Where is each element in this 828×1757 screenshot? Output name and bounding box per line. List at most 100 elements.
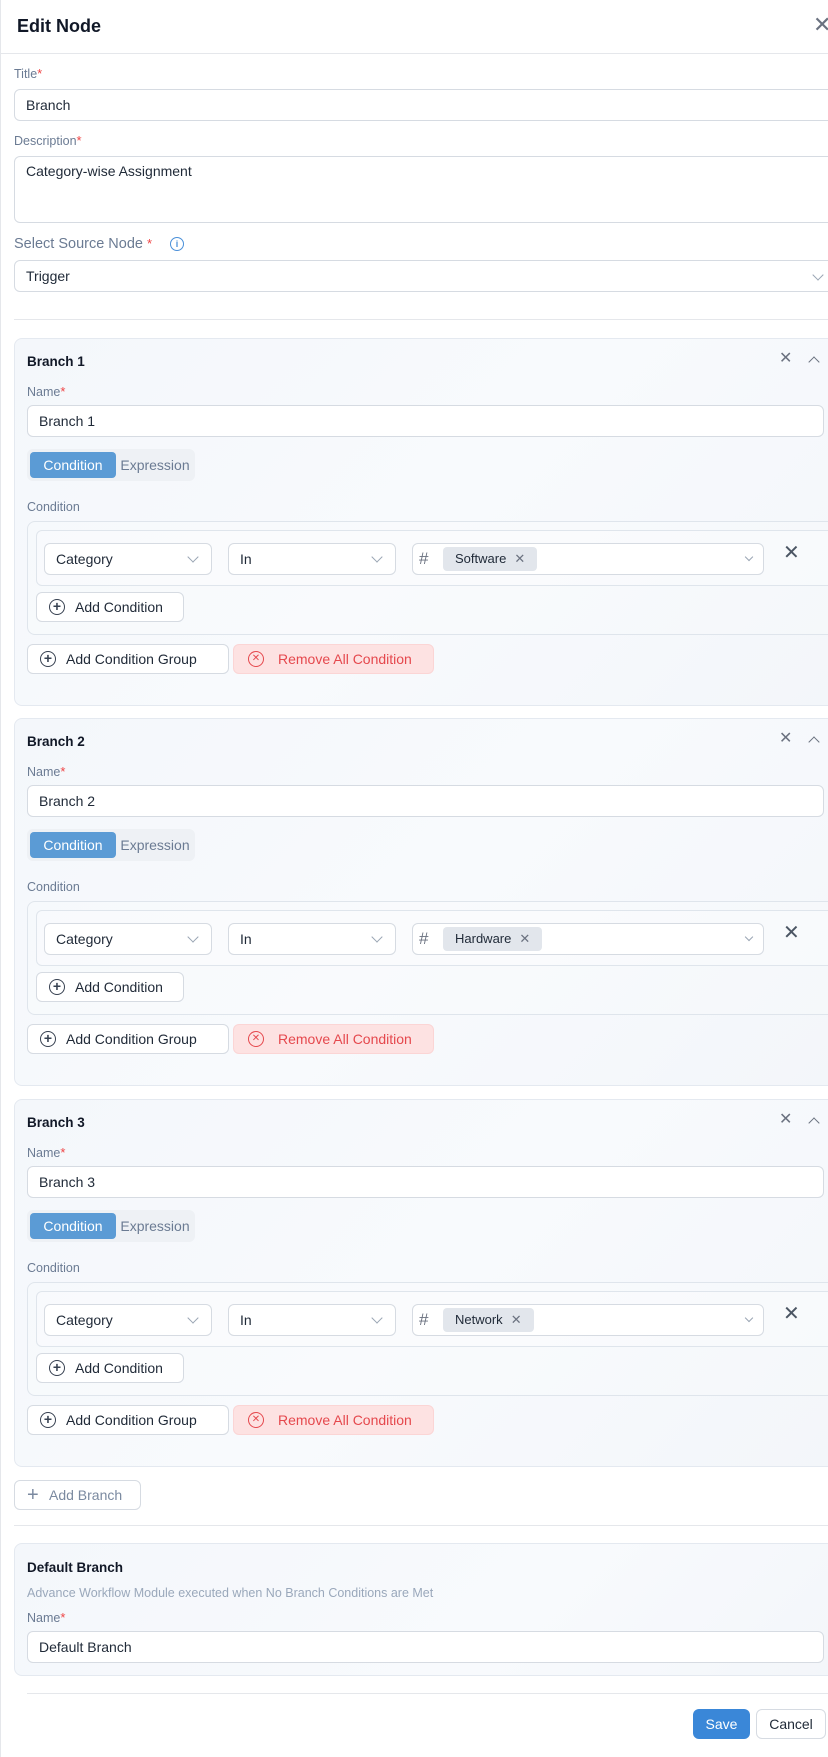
- value-tag: Hardware ✕: [443, 927, 543, 951]
- add-condition-button[interactable]: + Add Condition: [36, 972, 184, 1002]
- plus-circle-icon: +: [49, 1360, 65, 1376]
- x-circle-icon: ✕: [248, 651, 264, 667]
- condition-expression-toggle: Condition Expression: [27, 1210, 195, 1242]
- plus-circle-icon: +: [49, 979, 65, 995]
- remove-condition-icon[interactable]: ✕: [783, 543, 800, 563]
- tab-expression[interactable]: Expression: [118, 832, 192, 858]
- remove-condition-icon[interactable]: ✕: [783, 1304, 800, 1324]
- add-condition-button[interactable]: + Add Condition: [36, 592, 184, 622]
- branch-card-2: Branch 2 ✕ Name* Branch 2 Condition Expr…: [14, 718, 828, 1086]
- add-condition-group-button[interactable]: + Add Condition Group: [27, 644, 229, 674]
- panel-header: Edit Node ✕: [1, 0, 828, 54]
- condition-group: Category In # Hardware ✕ ✕ + Add Condition: [27, 901, 828, 1015]
- condition-group: Category In # Network ✕ ✕ + Add Condition: [27, 1282, 828, 1396]
- condition-row: Category In # Network ✕ ✕: [36, 1291, 828, 1347]
- tab-condition[interactable]: Condition: [30, 452, 116, 478]
- info-icon[interactable]: i: [170, 237, 184, 251]
- divider: [14, 1525, 828, 1526]
- x-circle-icon: ✕: [248, 1412, 264, 1428]
- condition-expression-toggle: Condition Expression: [27, 449, 195, 481]
- title-label: Title*: [14, 66, 43, 81]
- branch-name-input[interactable]: Branch 2: [27, 785, 824, 817]
- description-label: Description*: [14, 133, 82, 148]
- field-select[interactable]: Category: [44, 543, 212, 575]
- plus-circle-icon: +: [40, 1412, 56, 1428]
- condition-label: Condition: [27, 1261, 80, 1275]
- title-input[interactable]: Branch: [14, 89, 828, 121]
- chevron-down-icon: [371, 1312, 383, 1324]
- remove-branch-icon[interactable]: ✕: [779, 731, 792, 747]
- branch-title: Branch 2: [27, 734, 85, 749]
- remove-all-condition-button[interactable]: ✕ Remove All Condition: [233, 1405, 434, 1435]
- branch-title: Branch 1: [27, 354, 85, 369]
- operator-select[interactable]: In: [228, 543, 396, 575]
- cancel-button[interactable]: Cancel: [756, 1709, 826, 1739]
- chevron-down-icon: [744, 932, 754, 942]
- add-condition-button[interactable]: + Add Condition: [36, 1353, 184, 1383]
- collapse-icon[interactable]: [808, 736, 820, 748]
- tab-condition[interactable]: Condition: [30, 1213, 116, 1239]
- chevron-down-icon: [187, 931, 199, 943]
- remove-all-condition-button[interactable]: ✕ Remove All Condition: [233, 1024, 434, 1054]
- field-select[interactable]: Category: [44, 1304, 212, 1336]
- panel-title: Edit Node: [17, 16, 101, 36]
- branch-name-input[interactable]: Branch 3: [27, 1166, 824, 1198]
- value-tag: Network ✕: [443, 1308, 534, 1332]
- value-tag: Software ✕: [443, 547, 538, 571]
- plus-circle-icon: +: [40, 1031, 56, 1047]
- branch-card-1: Branch 1 ✕ Name* Branch 1 Condition Expr…: [14, 338, 828, 706]
- chevron-down-icon: [744, 552, 754, 562]
- x-circle-icon: ✕: [248, 1031, 264, 1047]
- chevron-down-icon: [744, 1313, 754, 1323]
- default-branch-card: Default Branch Advance Workflow Module e…: [14, 1543, 828, 1676]
- add-condition-group-button[interactable]: + Add Condition Group: [27, 1024, 229, 1054]
- source-node-select[interactable]: Trigger: [14, 260, 828, 292]
- branch-name-label: Name*: [27, 384, 66, 399]
- branch-name-label: Name*: [27, 1145, 66, 1160]
- description-textarea[interactable]: Category-wise Assignment: [14, 156, 828, 223]
- tab-condition[interactable]: Condition: [30, 832, 116, 858]
- remove-all-condition-button[interactable]: ✕ Remove All Condition: [233, 644, 434, 674]
- tab-expression[interactable]: Expression: [118, 1213, 192, 1239]
- operator-select[interactable]: In: [228, 1304, 396, 1336]
- remove-branch-icon[interactable]: ✕: [779, 351, 792, 367]
- condition-row: Category In # Software ✕ ✕: [36, 530, 828, 586]
- add-branch-button[interactable]: + Add Branch: [14, 1480, 142, 1510]
- chevron-down-icon: [187, 1312, 199, 1324]
- plus-circle-icon: +: [49, 599, 65, 615]
- remove-tag-icon[interactable]: ✕: [514, 551, 525, 566]
- branch-title: Branch 3: [27, 1115, 85, 1130]
- remove-condition-icon[interactable]: ✕: [783, 923, 800, 943]
- value-multiselect[interactable]: # Software ✕: [412, 543, 764, 575]
- remove-tag-icon[interactable]: ✕: [519, 931, 530, 946]
- plus-icon: +: [27, 1484, 39, 1506]
- add-condition-group-button[interactable]: + Add Condition Group: [27, 1405, 229, 1435]
- default-name-input[interactable]: Default Branch: [27, 1631, 824, 1663]
- condition-expression-toggle: Condition Expression: [27, 829, 195, 861]
- chevron-down-icon: [371, 931, 383, 943]
- branch-name-label: Name*: [27, 764, 66, 779]
- chevron-down-icon: [187, 551, 199, 563]
- plus-circle-icon: +: [40, 651, 56, 667]
- branch-card-3: Branch 3 ✕ Name* Branch 3 Condition Expr…: [14, 1099, 828, 1467]
- collapse-icon[interactable]: [808, 356, 820, 368]
- save-button[interactable]: Save: [693, 1709, 750, 1739]
- hash-icon: #: [419, 929, 429, 948]
- hash-icon: #: [419, 549, 429, 568]
- branch-name-input[interactable]: Branch 1: [27, 405, 824, 437]
- condition-label: Condition: [27, 880, 80, 894]
- remove-tag-icon[interactable]: ✕: [511, 1312, 522, 1327]
- remove-branch-icon[interactable]: ✕: [779, 1112, 792, 1128]
- condition-label: Condition: [27, 500, 80, 514]
- footer-divider: [27, 1693, 828, 1694]
- value-multiselect[interactable]: # Hardware ✕: [412, 923, 764, 955]
- tab-expression[interactable]: Expression: [118, 452, 192, 478]
- field-select[interactable]: Category: [44, 923, 212, 955]
- collapse-icon[interactable]: [808, 1117, 820, 1129]
- edit-node-panel: Edit Node ✕ Title* Branch Description* C…: [0, 0, 828, 1757]
- condition-row: Category In # Hardware ✕ ✕: [36, 910, 828, 966]
- operator-select[interactable]: In: [228, 923, 396, 955]
- value-multiselect[interactable]: # Network ✕: [412, 1304, 764, 1336]
- source-node-label: Select Source Node *: [14, 236, 153, 252]
- close-icon[interactable]: ✕: [813, 14, 828, 36]
